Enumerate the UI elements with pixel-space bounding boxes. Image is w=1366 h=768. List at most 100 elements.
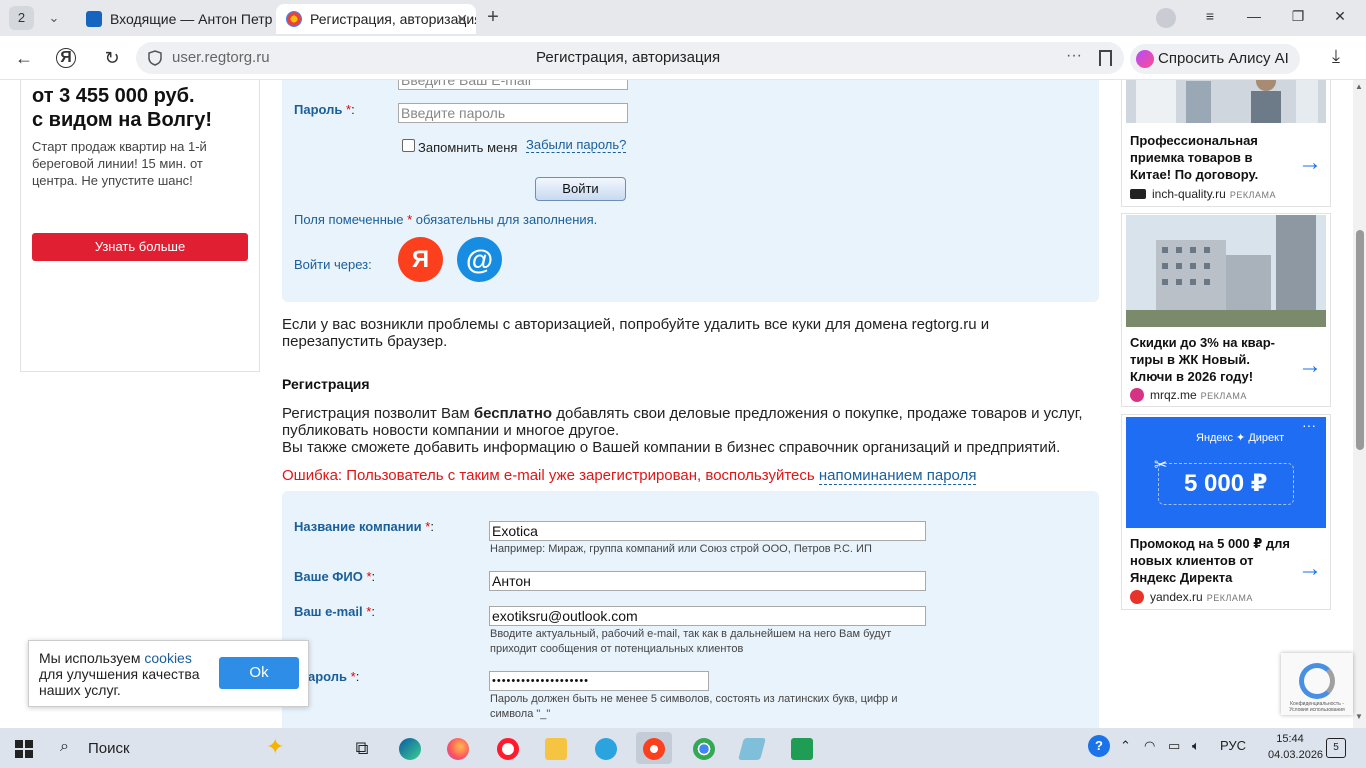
reg-password-label: ароль *: [308,669,359,684]
at-sign-icon: @ [465,244,494,275]
company-input[interactable]: Exotica [489,521,926,541]
taskbar-search[interactable]: ⌕ Поиск ✦ [48,732,332,764]
notes-app-icon[interactable] [734,732,770,764]
building-photo [1126,215,1326,327]
intro-a: Регистрация позволит Вам [282,405,470,422]
page-title: Регистрация, авторизация [536,49,721,66]
language-indicator[interactable]: РУС [1220,738,1246,753]
ad-label: РЕКЛАМА [1206,593,1253,603]
company-hint: Например: Мираж, группа компаний или Сою… [490,543,872,555]
ask-alice-button[interactable]: Спросить Алису AI [1130,44,1300,74]
notifications-icon[interactable]: 5 [1326,738,1346,758]
windows-start-icon[interactable] [15,740,33,758]
menu-icon[interactable]: ≡ [1200,8,1220,24]
tab-count-button[interactable]: 2 [9,6,34,30]
cookie-text-b: для улучшения качества наших услуг. [39,666,200,698]
spreadsheet-icon[interactable] [784,732,820,764]
yandex-icon[interactable]: Я [56,48,76,68]
password-input[interactable]: Введите пароль [398,103,628,123]
password-reminder-link[interactable]: напоминанием пароля [818,467,977,485]
opera-icon[interactable] [490,732,526,764]
reg-password-label-text: ароль [308,669,348,684]
inch-logo-icon [1130,189,1146,199]
minimize-icon[interactable]: — [1244,8,1264,24]
login-via-label: Войти через: [294,257,372,272]
chevron-up-icon[interactable]: ⌃ [1120,738,1131,754]
recaptcha-badge[interactable]: Конфиденциальность - Условия использован… [1281,653,1353,715]
scroll-thumb[interactable] [1356,230,1364,450]
profile-icon[interactable] [1156,8,1176,28]
ad-domain: mrqz.me РЕКЛАМА [1130,388,1247,402]
reload-icon[interactable]: ↻ [100,46,124,70]
reg-email-input[interactable]: exotiksru@outlook.com [489,606,926,626]
restore-icon[interactable]: ❐ [1288,8,1308,25]
cookie-ok-button[interactable]: Ok [219,657,299,689]
more-icon[interactable]: ··· [1066,47,1082,65]
fio-input[interactable]: Антон [489,571,926,591]
bookmark-icon[interactable] [1099,50,1112,66]
file-explorer-icon[interactable] [538,732,574,764]
left-ad[interactable]: от 3 455 000 руб. с видом на Волгу! Стар… [20,80,260,372]
close-window-icon[interactable]: ✕ [1330,8,1350,25]
url-field[interactable]: user.regtorg.ru Регистрация, авторизация… [136,42,1124,74]
email-placeholder: Введите Ваш E-mail [401,80,531,88]
firefox-icon[interactable] [440,732,476,764]
email-input[interactable]: Введите Ваш E-mail [398,80,628,90]
intro-c: Вы также сможете добавить информацию о В… [282,439,1061,456]
edge-icon[interactable] [392,732,428,764]
download-icon[interactable]: ⤓ [1332,46,1340,67]
remember-checkbox[interactable] [402,139,415,152]
right-ad-2[interactable]: Скидки до 3% на квар-тиры в ЖК Новый. Кл… [1121,213,1331,407]
arrow-right-icon[interactable]: → [1298,555,1322,583]
forgot-password-link[interactable]: Забыли пароль? [526,137,627,153]
site-favicon-icon [286,11,302,27]
recaptcha-icon [1299,663,1335,699]
tab-bar: 2 ⌄ Входящие — Антон Петров Регистрация,… [0,0,1366,36]
task-view-icon[interactable]: ⧉ [344,732,380,764]
required-note-b: обязательны для заполнения. [415,212,598,227]
back-icon[interactable]: ← [12,46,36,70]
clock[interactable]: 15:44 04.03.2026 [1268,731,1323,763]
scissors-icon: ✂ [1154,457,1168,474]
alice-label: Спросить Алису AI [1158,50,1289,67]
more-icon[interactable]: ··· [1302,417,1316,433]
direct-banner: Яндекс ✦ Директ 5 000 ₽ ✂ ··· [1126,417,1326,528]
email-hint-2: приходит сообщения от потенциальных клие… [490,643,744,655]
help-icon[interactable]: ? [1088,735,1110,757]
error-message: Ошибка: Пользователь с таким e-mail уже … [282,467,977,485]
new-tab-button[interactable]: + [482,7,504,29]
close-icon[interactable]: ✕ [456,4,468,34]
email-label: Ваш e-mail *: [294,604,375,619]
ad-title: Профессиональная приемка товаров в Китае… [1130,133,1259,182]
ad-headline-text: с видом на Волгу! [32,109,213,131]
yandex-login-button[interactable]: Я [398,237,443,282]
shield-icon [148,50,162,66]
factory-photo [1126,80,1326,123]
login-button[interactable]: Войти [535,177,626,201]
scroll-up-icon[interactable]: ▲ [1355,82,1363,91]
network-icon[interactable]: ◠ [1144,738,1155,754]
cookies-link[interactable]: cookies [144,650,191,666]
battery-icon[interactable]: ▭ [1168,738,1180,754]
yandex-logo-icon [1130,590,1144,604]
telegram-icon[interactable] [588,732,624,764]
arrow-right-icon[interactable]: → [1298,352,1322,380]
volume-icon[interactable]: 🔈︎ [1192,738,1200,754]
tab-title: Входящие — Антон Петров [110,11,272,27]
reg-password-input[interactable]: •••••••••••••••••••• [489,671,709,691]
tab-registration[interactable]: Регистрация, авторизация ✕ [276,4,476,34]
url-text: user.regtorg.ru [172,49,270,66]
mailru-login-button[interactable]: @ [457,237,502,282]
chrome-icon[interactable] [686,732,722,764]
cookie-text-a: Мы используем [39,650,141,666]
arrow-right-icon[interactable]: → [1298,149,1322,177]
yandex-browser-icon[interactable] [636,732,672,764]
scroll-down-icon[interactable]: ▼ [1355,712,1363,721]
right-ad-1[interactable]: Профессиональная приемка товаров в Китае… [1121,80,1331,207]
right-ad-3[interactable]: Яндекс ✦ Директ 5 000 ₽ ✂ ··· Промокод н… [1121,414,1331,610]
tab-inbox[interactable]: Входящие — Антон Петров [76,4,272,34]
learn-more-button[interactable]: Узнать больше [32,233,248,261]
scrollbar[interactable]: ▲ ▼ [1353,80,1366,728]
chevron-down-icon[interactable]: ⌄ [44,8,64,28]
password-hint-1: Пароль должен быть не менее 5 символов, … [490,693,898,705]
